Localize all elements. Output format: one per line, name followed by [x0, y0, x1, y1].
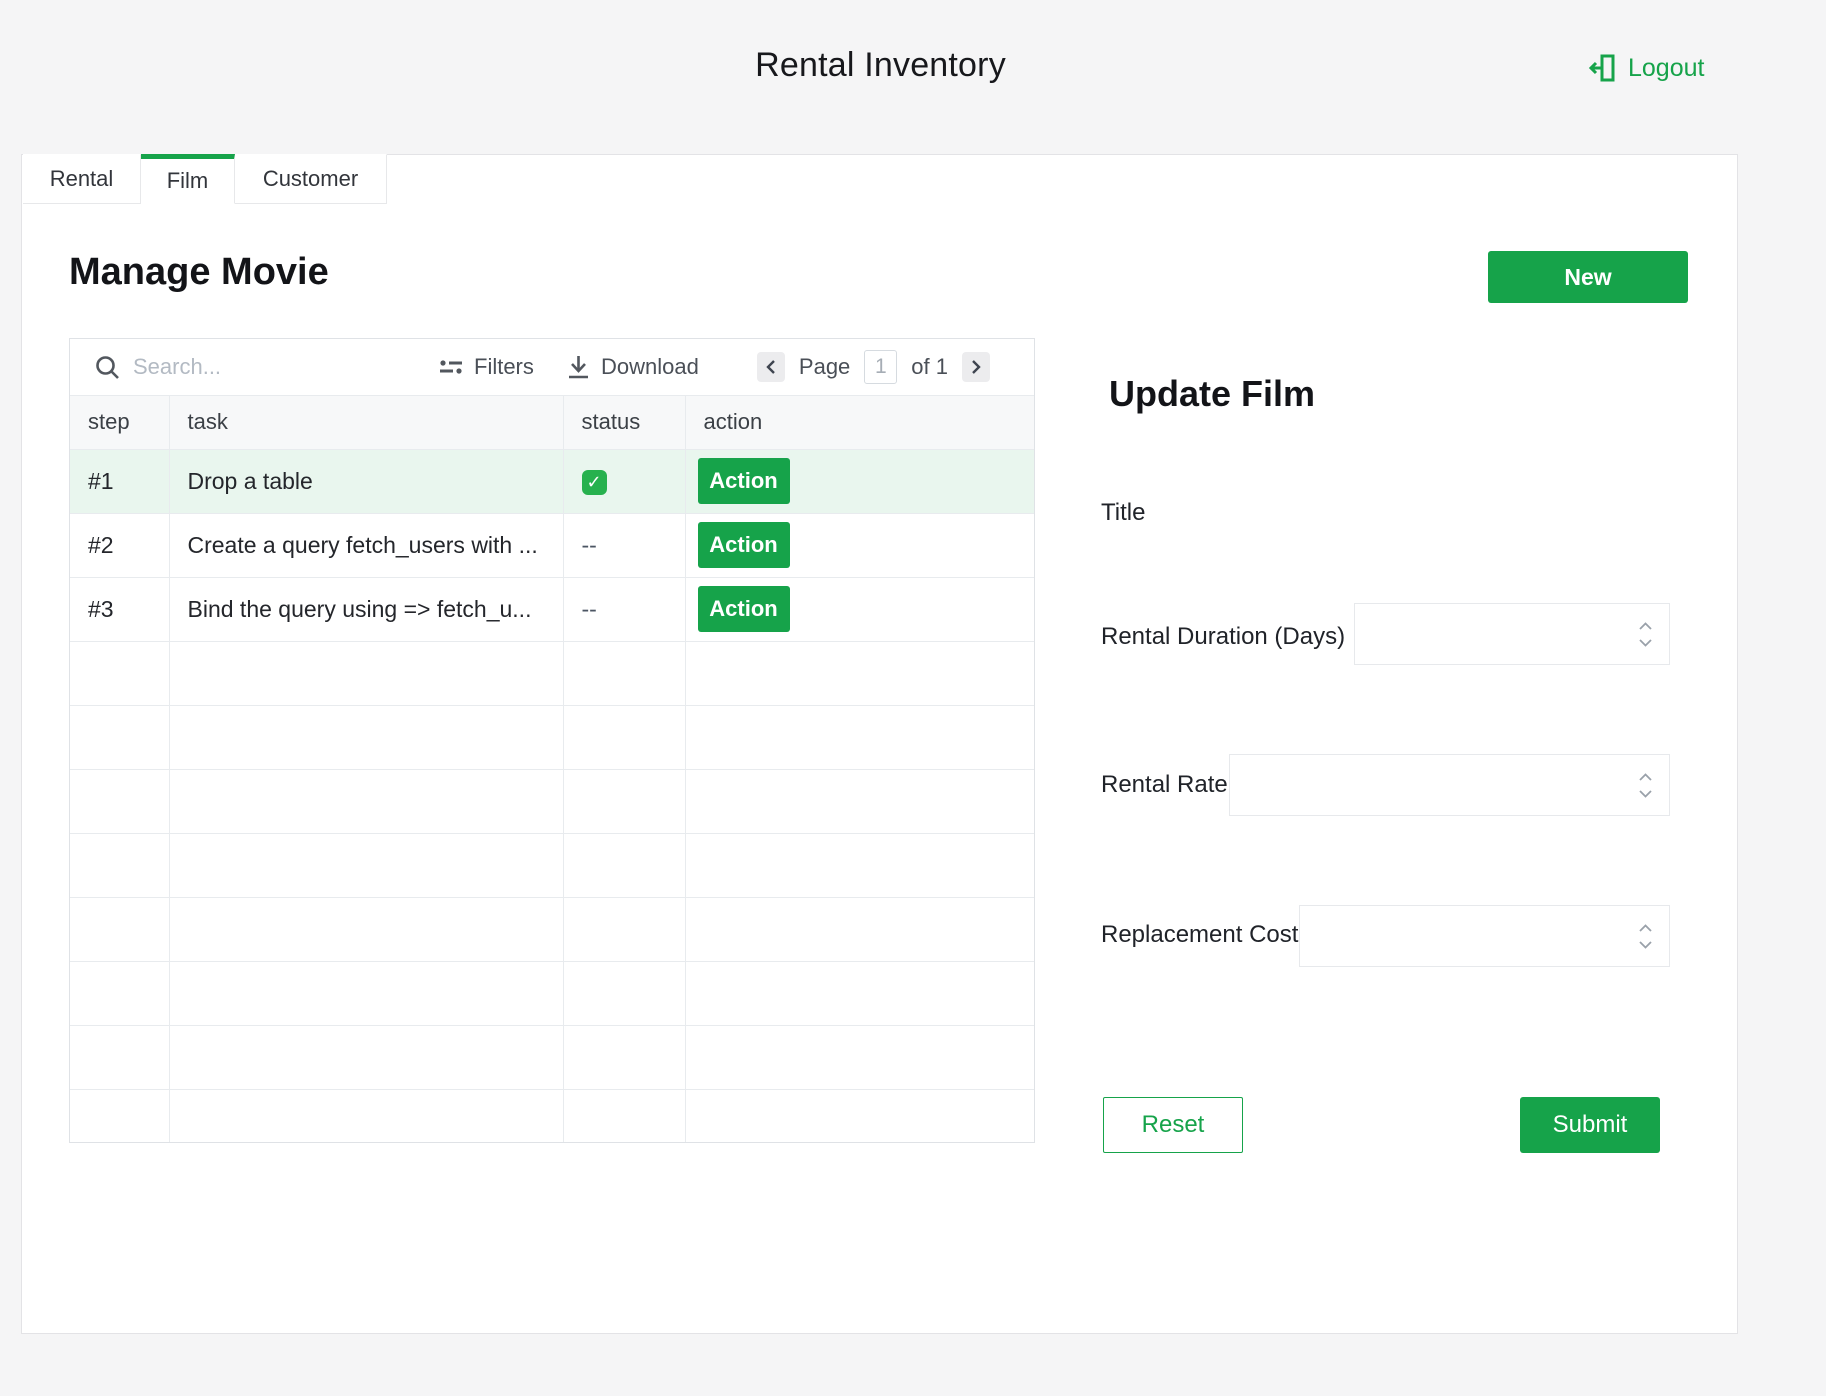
number-spinner[interactable] — [1638, 622, 1669, 647]
empty-table-row — [70, 641, 1035, 705]
form-title: Update Film — [1109, 373, 1315, 415]
cell-status: ✓ — [563, 449, 685, 513]
download-label: Download — [601, 354, 699, 380]
cell-task: Create a query fetch_users with ... — [169, 513, 563, 577]
replacement-cost-input — [1299, 905, 1670, 967]
table-row: #3 Bind the query using => fetch_u... --… — [70, 577, 1035, 641]
spinner-up-icon — [1638, 924, 1653, 932]
empty-table-row — [70, 705, 1035, 769]
next-page-button[interactable] — [962, 352, 990, 382]
rental-rate-input — [1229, 754, 1670, 816]
replacement-cost-value[interactable] — [1300, 906, 1638, 966]
table-header-row: step task status action — [70, 396, 1035, 449]
chevron-left-icon — [764, 358, 778, 376]
column-header-action: action — [685, 396, 1035, 449]
cell-task: Bind the query using => fetch_u... — [169, 577, 563, 641]
page-title: Rental Inventory — [21, 46, 1740, 85]
spinner-down-icon — [1638, 941, 1653, 949]
rental-rate-value[interactable] — [1230, 755, 1638, 815]
cell-action: Action — [685, 577, 1035, 641]
table-toolbar: Filters Download — [70, 339, 1034, 396]
action-button[interactable]: Action — [698, 458, 790, 504]
page-label: Page — [799, 354, 850, 380]
title-input-wrap — [1208, 483, 1648, 543]
table-row: #2 Create a query fetch_users with ... -… — [70, 513, 1035, 577]
filters-icon — [438, 355, 464, 379]
number-spinner[interactable] — [1638, 924, 1669, 949]
cell-step: #3 — [70, 577, 169, 641]
tab-customer[interactable]: Customer — [235, 154, 387, 204]
section-title: Manage Movie — [69, 251, 329, 294]
empty-table-row — [70, 1089, 1035, 1143]
page-of-label: of 1 — [911, 354, 948, 380]
title-input[interactable] — [1208, 483, 1648, 543]
empty-table-row — [70, 961, 1035, 1025]
rental-duration-label: Rental Duration (Days) — [1101, 622, 1345, 652]
logout-button[interactable]: Logout — [1588, 52, 1704, 84]
cell-step: #1 — [70, 449, 169, 513]
rental-duration-input — [1354, 603, 1670, 665]
pagination: Page of 1 — [757, 339, 990, 395]
spinner-down-icon — [1638, 790, 1653, 798]
tab-bar: Rental Film Customer — [23, 154, 387, 204]
tab-rental[interactable]: Rental — [23, 154, 141, 204]
empty-table-row — [70, 769, 1035, 833]
status-empty: -- — [582, 596, 597, 622]
download-icon — [566, 354, 591, 381]
cell-step: #2 — [70, 513, 169, 577]
page-number-input[interactable] — [864, 350, 897, 384]
cell-status: -- — [563, 513, 685, 577]
rental-rate-label: Rental Rate — [1101, 770, 1228, 800]
new-button[interactable]: New — [1488, 251, 1688, 303]
column-header-step: step — [70, 396, 169, 449]
cell-action: Action — [685, 449, 1035, 513]
status-empty: -- — [582, 532, 597, 558]
column-header-task: task — [169, 396, 563, 449]
search-input[interactable] — [133, 354, 333, 380]
cell-action: Action — [685, 513, 1035, 577]
logout-label: Logout — [1628, 54, 1704, 83]
column-header-status: status — [563, 396, 685, 449]
previous-page-button[interactable] — [757, 352, 785, 382]
cell-status: -- — [563, 577, 685, 641]
table-row: #1 Drop a table ✓ Action — [70, 449, 1035, 513]
cell-task: Drop a table — [169, 449, 563, 513]
search-icon — [94, 354, 121, 381]
page: Rental Inventory Logout Rental Film Cust… — [0, 0, 1826, 1396]
spinner-up-icon — [1638, 773, 1653, 781]
main-card: Rental Film Customer Manage Movie New — [21, 154, 1738, 1334]
number-spinner[interactable] — [1638, 773, 1669, 798]
logout-icon — [1588, 52, 1618, 84]
spinner-down-icon — [1638, 639, 1653, 647]
filters-label: Filters — [474, 354, 534, 380]
submit-button[interactable]: Submit — [1520, 1097, 1660, 1153]
title-field-label: Title — [1101, 498, 1145, 528]
spinner-up-icon — [1638, 622, 1653, 630]
filters-button[interactable]: Filters — [438, 339, 534, 395]
reset-button[interactable]: Reset — [1103, 1097, 1243, 1153]
action-button[interactable]: Action — [698, 522, 790, 568]
empty-table-row — [70, 833, 1035, 897]
tab-film[interactable]: Film — [141, 154, 235, 204]
empty-table-row — [70, 897, 1035, 961]
rental-duration-value[interactable] — [1355, 604, 1638, 664]
table-container: Filters Download — [69, 338, 1035, 1143]
search-box — [94, 339, 333, 395]
status-check-badge: ✓ — [582, 470, 607, 495]
empty-table-row — [70, 1025, 1035, 1089]
replacement-cost-label: Replacement Cost — [1101, 920, 1298, 950]
action-button[interactable]: Action — [698, 586, 790, 632]
download-button[interactable]: Download — [566, 339, 699, 395]
tasks-table: step task status action #1 Drop a table … — [70, 396, 1035, 1143]
chevron-right-icon — [969, 358, 983, 376]
